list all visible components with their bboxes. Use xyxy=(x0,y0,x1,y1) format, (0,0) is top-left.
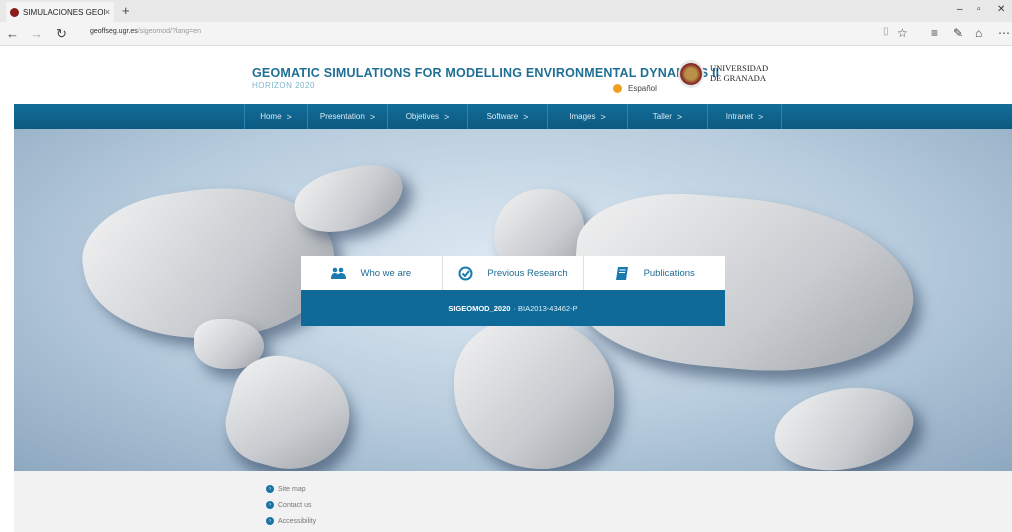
nav-label: Software xyxy=(486,112,519,121)
new-tab-button[interactable]: + xyxy=(122,3,130,18)
language-label: Español xyxy=(628,84,657,93)
chevron-right-icon: > xyxy=(600,111,606,122)
more-icon[interactable]: ⋯ xyxy=(998,26,1010,40)
nav-label: Images xyxy=(569,112,596,121)
users-icon xyxy=(331,266,347,281)
university-line-2: DE GRANADA xyxy=(710,73,766,83)
book-icon xyxy=(615,266,630,281)
nav-label: Objetives xyxy=(405,112,440,121)
reading-view-icon[interactable]: ▯ xyxy=(883,26,889,37)
favorite-star-icon[interactable]: ☆ xyxy=(897,26,908,40)
university-crest-icon[interactable] xyxy=(678,60,704,88)
favicon-icon xyxy=(10,7,19,17)
africa-shape xyxy=(454,319,614,469)
site-title[interactable]: GEOMATIC SIMULATIONS FOR MODELLING ENVIR… xyxy=(252,66,719,80)
nav-item-presentation[interactable]: Presentation > xyxy=(307,104,387,129)
url-path: /sigeomod/?lang=en xyxy=(137,28,201,35)
window-close-icon[interactable]: ✕ xyxy=(997,4,1005,15)
hub-icon[interactable]: ≡ xyxy=(931,26,938,40)
main-nav: Home > Presentation > Objetives > Software >… xyxy=(14,104,1012,129)
tab-publications[interactable]: Publications xyxy=(584,256,725,290)
back-icon[interactable]: ← xyxy=(6,26,19,41)
tab-title: SIMULACIONES GEOMA xyxy=(23,7,105,17)
nav-item-software[interactable]: Software > xyxy=(467,104,547,129)
nav-label: Taller xyxy=(652,112,672,121)
tab-label: Who we are xyxy=(360,267,412,279)
panel-tabs: Who we are Previous Research Publication… xyxy=(301,256,725,290)
tab-previous-research[interactable]: Previous Research xyxy=(443,256,585,290)
refresh-icon[interactable]: ↻ xyxy=(56,26,67,42)
footer-link-accessibility[interactable]: › Accessibility xyxy=(266,517,316,525)
check-circle-icon xyxy=(458,266,473,281)
site-header: GEOMATIC SIMULATIONS FOR MODELLING ENVIR… xyxy=(0,46,1012,104)
footer-link-label: Contact us xyxy=(278,501,312,509)
browser-tab-bar: SIMULACIONES GEOMA × + – ▫ ✕ xyxy=(0,0,1012,22)
university-line-1: UNIVERSIDAD xyxy=(710,63,769,73)
nav-label: Home xyxy=(260,112,282,121)
tab-who-we-are[interactable]: Who we are xyxy=(301,256,443,290)
footer-link-contact[interactable]: › Contact us xyxy=(266,501,311,509)
nav-label: Presentation xyxy=(319,112,365,121)
url-field[interactable]: geoffseg.ugr.es/sigeomod/?lang=en xyxy=(90,28,201,35)
intro-panel: Who we are Previous Research Publication… xyxy=(301,256,725,326)
nav-item-home[interactable]: Home > xyxy=(244,104,307,129)
chevron-right-icon: > xyxy=(369,111,376,122)
project-bar: SIGEOMOD_2020 · BIA2013-43462-P xyxy=(301,290,725,326)
nav-item-taller[interactable]: Taller > xyxy=(627,104,707,129)
nav-item-intranet[interactable]: Intranet > xyxy=(707,104,782,129)
chevron-right-icon: > xyxy=(286,111,292,122)
nav-label: Intranet xyxy=(725,112,753,121)
web-note-icon[interactable]: ✎ xyxy=(953,26,963,40)
forward-icon[interactable]: → xyxy=(30,26,43,41)
tab-label: Previous Research xyxy=(487,267,568,279)
chevron-right-icon: > xyxy=(676,111,683,122)
australia-shape xyxy=(768,377,920,471)
arrow-circle-icon: › xyxy=(266,517,274,525)
nav-item-images[interactable]: Images > xyxy=(547,104,627,129)
tab-label: Publications xyxy=(643,267,695,279)
university-name[interactable]: UNIVERSIDAD DE GRANADA xyxy=(710,63,768,83)
close-tab-icon[interactable]: × xyxy=(105,7,110,17)
project-code: SIGEOMOD_2020 xyxy=(448,303,511,313)
browser-tab[interactable]: SIMULACIONES GEOMA × xyxy=(6,2,114,22)
footer: › Site map › Contact us › Accessibility xyxy=(14,471,1012,532)
minimize-icon[interactable]: – xyxy=(957,4,963,15)
chevron-right-icon: > xyxy=(444,111,450,122)
project-ref: · BIA2013-43462-P xyxy=(513,303,578,313)
arrow-circle-icon: › xyxy=(266,485,274,493)
chevron-right-icon: > xyxy=(757,111,764,122)
footer-link-label: Accessibility xyxy=(278,517,317,525)
greenland-shape xyxy=(288,158,410,240)
footer-link-label: Site map xyxy=(278,485,306,493)
footer-link-site-map[interactable]: › Site map xyxy=(266,485,306,493)
chevron-right-icon: > xyxy=(523,111,529,122)
spain-flag-icon xyxy=(613,84,622,93)
arrow-circle-icon: › xyxy=(266,501,274,509)
url-domain: geoffseg.ugr.es xyxy=(90,28,138,35)
language-switch[interactable]: Español xyxy=(613,84,657,93)
address-bar: ← → ↻ geoffseg.ugr.es/sigeomod/?lang=en … xyxy=(0,22,1012,46)
site-subtitle: HORIZON 2020 xyxy=(252,81,315,90)
nav-item-objetives[interactable]: Objetives > xyxy=(387,104,467,129)
share-icon[interactable]: ⌂ xyxy=(975,26,982,40)
maximize-icon[interactable]: ▫ xyxy=(977,4,981,15)
